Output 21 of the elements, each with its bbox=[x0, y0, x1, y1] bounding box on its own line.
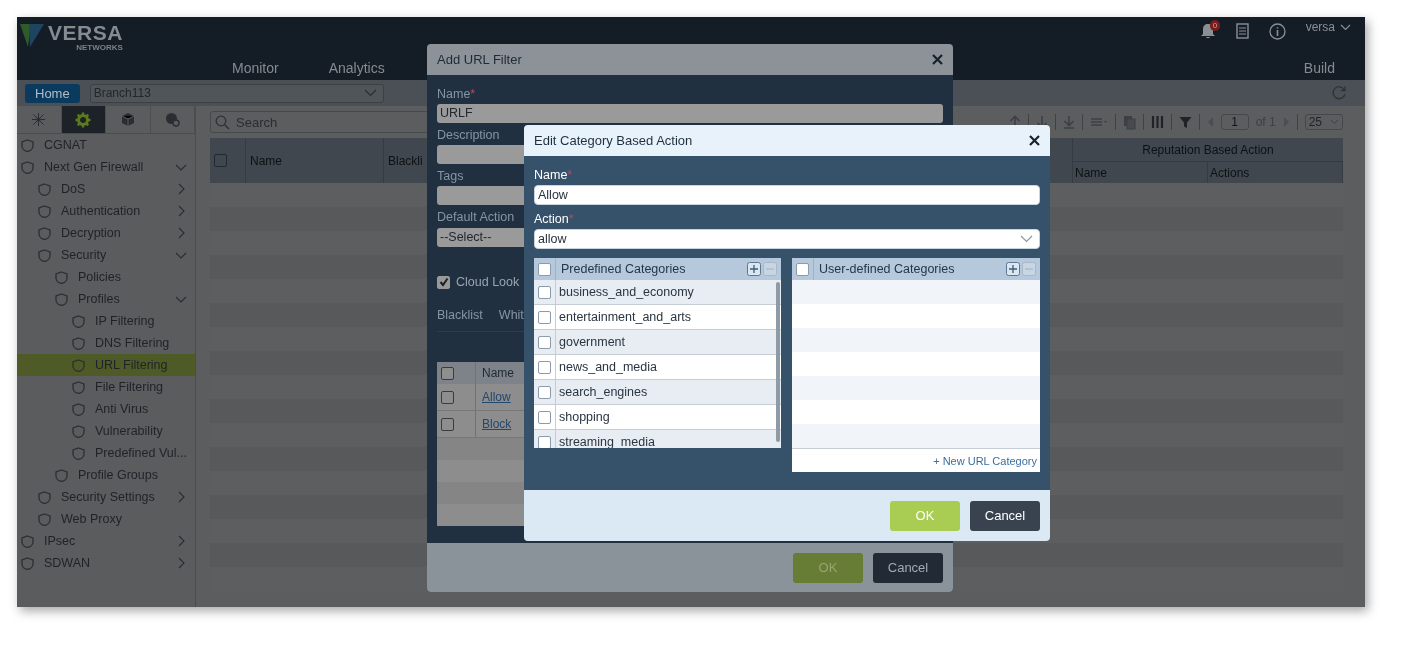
field-label: Name* bbox=[534, 168, 573, 183]
logo-tagline: NETWORKS bbox=[76, 44, 123, 51]
notification-badge: 0 bbox=[1209, 20, 1221, 31]
table-cell-text: streaming_media bbox=[558, 435, 656, 448]
logo-wordmark: VERSA bbox=[48, 22, 123, 44]
table-cell-text: government bbox=[558, 335, 626, 349]
column-header: Name bbox=[481, 365, 515, 382]
table-cell-text: news_and_media bbox=[558, 360, 658, 374]
dialog-title: Add URL Filter bbox=[437, 52, 522, 67]
column-group-header: Reputation Based Action bbox=[1073, 138, 1343, 162]
field-label: Name* bbox=[437, 87, 476, 102]
table-cell-text: entertainment_and_arts bbox=[558, 310, 693, 324]
table-cell-text: business_and_economy bbox=[558, 285, 695, 299]
field-label: Default Action bbox=[437, 210, 515, 225]
table-cell-text: search_engines bbox=[558, 385, 649, 399]
field-label: Action* bbox=[534, 212, 574, 227]
checkbox-label: Cloud Look bbox=[456, 275, 520, 289]
column-header: User-defined Categories bbox=[818, 262, 956, 276]
column-header: Predefined Categories bbox=[560, 262, 687, 276]
table-cell-text: shopping bbox=[558, 410, 611, 424]
field-label: Tags bbox=[437, 169, 464, 184]
